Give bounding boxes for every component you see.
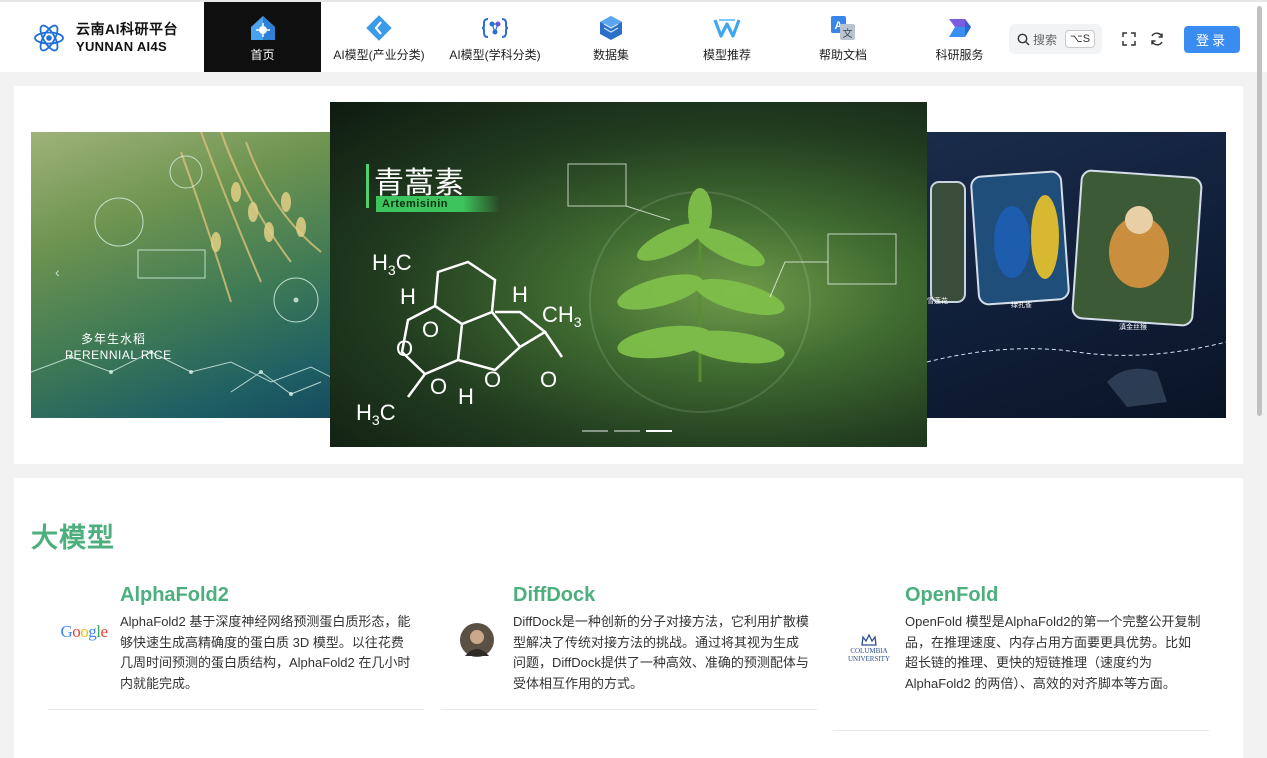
svg-text:O: O: [540, 367, 557, 392]
svg-text:H: H: [458, 384, 474, 409]
search-icon: [1017, 33, 1030, 45]
model-description: OpenFold 模型是AlphaFold2的第一个完整公开复制品，在推理速度、…: [905, 614, 1201, 691]
svg-text:H3C: H3C: [356, 400, 396, 428]
nav-label: AI模型(学科分类): [449, 48, 541, 62]
crown-icon: [861, 633, 877, 646]
nav-dataset[interactable]: 数据集: [553, 2, 669, 72]
svg-text:O: O: [422, 317, 439, 342]
brand-name-en: YUNNAN AI4S: [76, 39, 167, 54]
svg-text:文: 文: [843, 27, 853, 40]
help-docs-icon: A 文: [831, 16, 855, 40]
nav-research-service[interactable]: 科研服务: [901, 2, 1018, 72]
nav-label: 帮助文档: [818, 48, 867, 62]
nav-label: 科研服务: [935, 48, 984, 62]
slide-biodiversity[interactable]: 雪莲花 绿孔雀 滇金丝猴: [927, 132, 1226, 418]
carousel-dot[interactable]: [582, 430, 608, 432]
title-accent-bar: [366, 164, 369, 208]
slide-label: 滇金丝猴: [1119, 324, 1147, 331]
nav-ai-model-discipline[interactable]: AI模型(学科分类): [437, 2, 553, 72]
divider: [48, 709, 424, 710]
carousel-dot-active[interactable]: [646, 430, 672, 432]
svg-text:H: H: [512, 282, 528, 307]
author-avatar: [453, 616, 501, 664]
slide-title-en: PERENNIAL RICE: [65, 348, 172, 362]
section-title: 大模型: [31, 523, 115, 553]
svg-text:O: O: [430, 374, 447, 399]
artemisinin-illustration: H3C H H CH3 O O O O O H H3C: [356, 163, 897, 428]
logo-text: COLUMBIA UNIVERSITY: [848, 647, 890, 663]
svg-text:O: O: [396, 336, 413, 361]
divider: [441, 709, 817, 710]
divider: [833, 730, 1209, 731]
slide-artemisinin[interactable]: H3C H H CH3 O O O O O H H3C 青蒿素 Artemisi…: [330, 102, 927, 447]
brand[interactable]: 云南AI科研平台 YUNNAN AI4S: [32, 16, 178, 60]
slide-title-cn: 多年生水稻: [81, 332, 147, 346]
columbia-logo-icon: COLUMBIA UNIVERSITY: [845, 624, 893, 672]
nav-label: 数据集: [592, 48, 629, 62]
rice-illustration: [31, 132, 331, 396]
logo-text: Google: [60, 622, 108, 641]
nav-model-recommend[interactable]: 模型推荐: [669, 2, 785, 72]
svg-text:CH3: CH3: [542, 302, 582, 330]
model-name[interactable]: AlphaFold2: [120, 584, 229, 607]
slide-label: 绿孔雀: [1011, 302, 1032, 309]
recommend-icon: [713, 19, 741, 38]
refresh-icon[interactable]: [1149, 31, 1165, 47]
model-description: AlphaFold2 基于深度神经网络预测蛋白质形态，能够快速生成高精确度的蛋白…: [120, 614, 411, 691]
dataset-icon: [600, 16, 622, 40]
top-header: 云南AI科研平台 YUNNAN AI4S 首页 AI模型(产业分类) AI模型(…: [0, 0, 1267, 72]
fullscreen-icon[interactable]: [1121, 31, 1137, 47]
avatar-icon: [460, 623, 494, 657]
search-input[interactable]: 搜索 ⌥S: [1009, 24, 1102, 54]
nav-label: 首页: [250, 48, 275, 62]
login-button[interactable]: 登录: [1184, 26, 1240, 53]
google-logo-icon: Google: [60, 608, 108, 656]
slide-title-en: Artemisinin: [376, 196, 500, 212]
slide-perennial-rice[interactable]: ‹ 多年生水稻 PERENNIAL RICE: [31, 132, 331, 418]
slide-label: 雪莲花: [927, 298, 948, 305]
search-shortcut: ⌥S: [1065, 30, 1096, 48]
search-placeholder: 搜索: [1033, 32, 1058, 47]
prev-slide-arrow-icon[interactable]: ‹: [55, 264, 60, 280]
model-description: DiffDock是一种创新的分子对接方法，它利用扩散模型解决了传统对接方法的挑战…: [513, 614, 809, 691]
nav-label: AI模型(产业分类): [333, 48, 425, 62]
atom-logo-icon: [34, 24, 64, 52]
carousel-indicators: [582, 430, 672, 432]
carousel-dot[interactable]: [614, 430, 640, 432]
nav-ai-model-industry[interactable]: AI模型(产业分类): [321, 2, 437, 72]
nav-label: 模型推荐: [702, 48, 751, 62]
industry-model-icon: [366, 15, 392, 41]
svg-text:O: O: [484, 367, 501, 392]
svg-text:H3C: H3C: [372, 250, 412, 278]
main-nav: 首页 AI模型(产业分类) AI模型(学科分类) 数据集 模型推荐 A 文 帮助…: [204, 2, 1018, 72]
home-icon: [250, 16, 275, 40]
nav-help-docs[interactable]: A 文 帮助文档: [785, 2, 901, 72]
wildlife-illustration: [927, 169, 1226, 407]
discipline-model-icon: [481, 18, 509, 38]
nav-home[interactable]: 首页: [204, 2, 321, 72]
page-scrollbar[interactable]: [1257, 6, 1262, 416]
model-name[interactable]: OpenFold: [905, 584, 998, 607]
research-service-icon: [948, 19, 971, 37]
model-name[interactable]: DiffDock: [513, 584, 595, 607]
svg-text:H: H: [400, 284, 416, 309]
brand-name-cn: 云南AI科研平台: [76, 21, 178, 37]
